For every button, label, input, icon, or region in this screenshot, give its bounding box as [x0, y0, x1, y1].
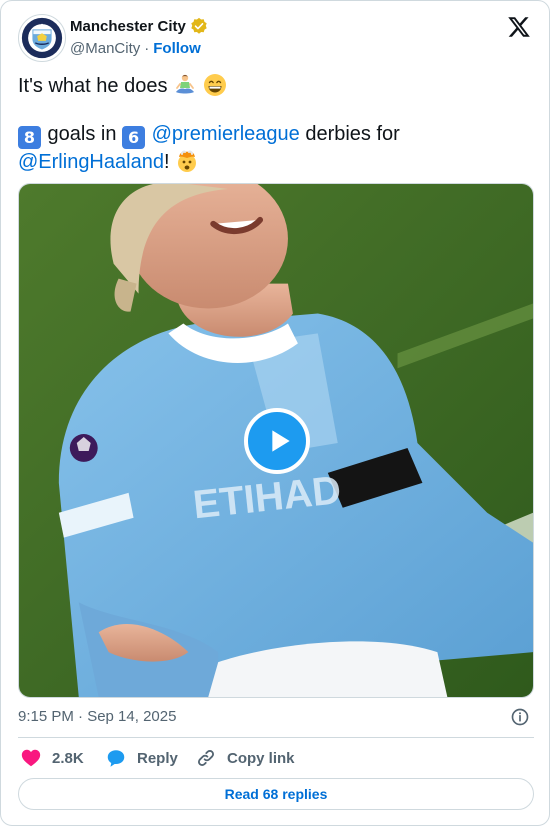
- video-player[interactable]: ETIHAD: [18, 183, 534, 698]
- play-icon: [272, 430, 290, 452]
- follow-link[interactable]: Follow: [153, 40, 201, 57]
- author-name-row: Manchester City: [70, 17, 208, 35]
- link-icon: [198, 750, 214, 766]
- play-button[interactable]: [244, 408, 310, 474]
- separator: ·: [144, 40, 150, 57]
- like-button[interactable]: 2.8K: [20, 747, 84, 769]
- tweet-embed-card: Manchester City @ManCity · Follow It's w…: [0, 0, 550, 826]
- verified-badge-icon[interactable]: [190, 17, 208, 35]
- display-name[interactable]: Manchester City: [70, 18, 186, 35]
- tweet-line-2: 8 goals in 6 @premierleague derbies for: [18, 122, 528, 149]
- keycap-six: 6: [122, 126, 146, 149]
- mention-erlinghaaland[interactable]: @ErlingHaaland: [18, 151, 164, 173]
- reply-bubble-icon: [107, 750, 125, 767]
- handle-row: @ManCity · Follow: [70, 40, 201, 57]
- tweet-text-segment: goals in: [42, 123, 123, 145]
- tweet-text: It's what he does 8 goals in 6 @premierl…: [18, 73, 528, 174]
- avatar[interactable]: [18, 14, 66, 62]
- person-in-lotus-position-emoji-icon: [176, 74, 195, 94]
- timestamp[interactable]: 9:15 PM · Sep 14, 2025: [18, 708, 176, 725]
- man-city-crest-icon: [19, 15, 65, 61]
- grinning-face-emoji-icon: [203, 74, 226, 96]
- reply-label: Reply: [137, 749, 178, 767]
- copy-link-label: Copy link: [227, 749, 295, 767]
- keycap-eight: 8: [18, 126, 41, 149]
- tweet-text-segment: !: [163, 151, 170, 173]
- tweet-text-segment: derbies for: [299, 123, 400, 145]
- divider: [18, 737, 534, 738]
- read-replies-button[interactable]: Read 68 replies: [18, 778, 534, 810]
- copy-link-button[interactable]: Copy link: [195, 747, 295, 769]
- x-logo-icon[interactable]: [507, 15, 531, 39]
- handle[interactable]: @ManCity: [70, 40, 140, 57]
- tweet-text-segment: It's what he does: [18, 75, 168, 97]
- tweet-line-1: It's what he does: [18, 73, 528, 98]
- exploding-head-emoji-icon: [178, 150, 197, 172]
- heart-icon: [21, 749, 41, 767]
- reply-button[interactable]: Reply: [105, 747, 178, 769]
- like-count: 2.8K: [52, 749, 84, 767]
- mention-premierleague[interactable]: @premierleague: [152, 123, 300, 145]
- tweet-line-3: @ErlingHaaland!: [18, 149, 528, 174]
- info-icon[interactable]: [510, 707, 530, 727]
